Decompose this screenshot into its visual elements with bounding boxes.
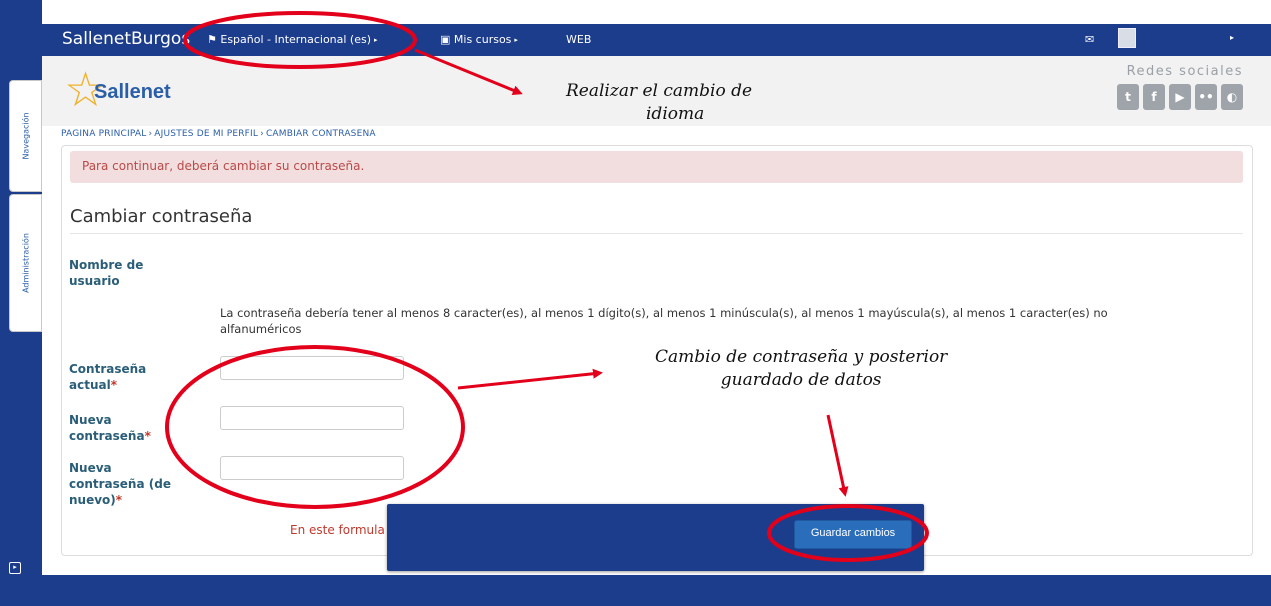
label-line: Nueva (69, 413, 112, 427)
breadcrumb-separator: › (260, 129, 264, 139)
breadcrumb: PAGINA PRINCIPAL › AJUSTES DE MI PERFIL › CA… (61, 129, 376, 139)
facebook-icon[interactable]: f (1143, 84, 1165, 110)
username-label-line: usuario (69, 274, 120, 288)
caret-right-icon: ▸ (514, 36, 518, 44)
breadcrumb-separator: › (148, 129, 153, 139)
username-value (220, 256, 280, 276)
navigation-block-tab[interactable]: Navegación (9, 80, 42, 192)
language-menu[interactable]: ⚑ Español - Internacional (es) ▸ (207, 33, 378, 46)
required-mark: * (115, 493, 123, 507)
username-label-line: Nombre de (69, 258, 144, 272)
site-brand[interactable]: SallenetBurgos (62, 29, 190, 49)
social-icons: t f ▶ •• ◐ (1113, 84, 1243, 112)
sticky-save-bar: Guardar cambios (387, 504, 924, 571)
username-label: Nombre de usuario (69, 257, 143, 289)
breadcrumb-profile-settings[interactable]: AJUSTES DE MI PERFIL (154, 129, 258, 139)
password-policy: La contraseña debería tener al menos 8 c… (220, 305, 1220, 337)
annotation-line: Cambio de contraseña y posterior (655, 347, 948, 367)
language-menu-label: Español - Internacional (es) (220, 33, 372, 46)
social-title: Redes sociales (1126, 64, 1243, 79)
title-divider (70, 233, 1243, 234)
navigation-tab-label: Navegación (21, 112, 30, 160)
language-annotation: Realizar el cambio de idioma (566, 80, 752, 126)
annotation-line: guardado de datos (720, 370, 882, 390)
label-line: contraseña (de (69, 477, 171, 491)
required-mark: * (110, 378, 117, 392)
label-line: Contraseña (69, 362, 147, 376)
youtube-icon[interactable]: ▶ (1169, 84, 1191, 110)
my-courses-menu[interactable]: ▣ Mis cursos ▸ (440, 33, 518, 46)
label-line: nuevo) (69, 493, 116, 507)
flickr-icon[interactable]: •• (1195, 84, 1217, 110)
new-password-label: Nueva contraseña* (69, 412, 151, 444)
briefcase-icon: ▣ (440, 33, 451, 46)
confirm-password-label: Nueva contraseña (de nuevo)* (69, 460, 171, 508)
alert-message: Para continuar, deberá cambiar su contra… (70, 151, 1243, 183)
dock-toggle-icon[interactable]: ▸ (9, 562, 21, 574)
caret-right-icon: ▸ (374, 36, 378, 44)
top-navbar: SallenetBurgos ⚑ Español - Internacional… (42, 24, 1271, 56)
label-line: contraseña (69, 429, 145, 443)
password-policy-line: La contraseña debería tener al menos 8 c… (220, 306, 1108, 320)
sallenet-logo[interactable]: ☆ Sallenet (64, 64, 184, 116)
breadcrumb-home[interactable]: PAGINA PRINCIPAL (61, 129, 146, 139)
web-link[interactable]: WEB (566, 33, 591, 46)
current-password-label: Contraseña actual* (69, 361, 146, 393)
user-menu-caret-icon[interactable]: ▸ (1230, 33, 1234, 42)
logo-text: Sallenet (94, 81, 171, 103)
messages-icon[interactable]: ✉ (1085, 33, 1094, 46)
confirm-password-input[interactable] (220, 456, 404, 480)
breadcrumb-change-password: CAMBIAR CONTRASENA (265, 129, 376, 139)
label-line: actual (69, 378, 111, 392)
label-line: Nueva (69, 461, 112, 475)
password-annotation: Cambio de contraseña y posterior guardad… (655, 346, 947, 392)
current-password-input[interactable] (220, 356, 404, 380)
flag-icon: ⚑ (207, 33, 217, 46)
page-footer (42, 575, 1271, 606)
page-title: Cambiar contraseña (70, 206, 253, 227)
required-fields-note: En este formula (290, 523, 385, 537)
blog-icon[interactable]: ◐ (1221, 84, 1243, 110)
save-changes-button[interactable]: Guardar cambios (794, 520, 912, 549)
avatar[interactable] (1118, 28, 1136, 48)
my-courses-label: Mis cursos (453, 33, 512, 46)
password-policy-line: alfanuméricos (220, 322, 302, 336)
administration-block-tab[interactable]: Administración (9, 194, 42, 332)
required-mark: * (144, 429, 151, 443)
new-password-input[interactable] (220, 406, 404, 430)
annotation-line: idioma (646, 104, 705, 124)
annotation-line: Realizar el cambio de (566, 81, 753, 101)
twitter-icon[interactable]: t (1117, 84, 1139, 110)
administration-tab-label: Administración (21, 233, 30, 293)
